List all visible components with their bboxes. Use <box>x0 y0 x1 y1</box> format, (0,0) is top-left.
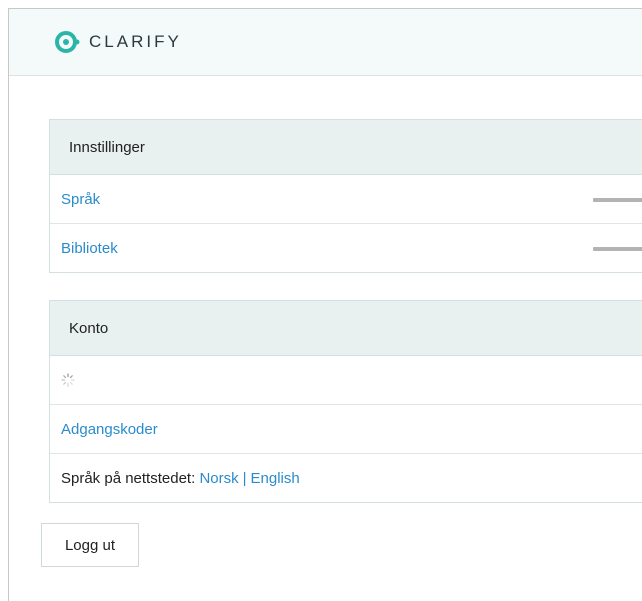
settings-row-language: Språk <box>50 175 642 224</box>
library-link[interactable]: Bibliotek <box>61 240 118 257</box>
logout-button[interactable]: Logg ut <box>41 523 139 567</box>
settings-panel-title: Innstillinger <box>50 120 642 175</box>
top-bar: CLARIFY <box>9 9 642 76</box>
app-frame: CLARIFY Innstillinger Språk Bibliotek Ko… <box>8 8 642 601</box>
account-loading-row <box>50 356 642 405</box>
spinner-icon <box>61 373 75 387</box>
norsk-link[interactable]: Norsk <box>199 470 238 487</box>
account-panel: Konto Adgangskoder Språk på nettstedet: <box>49 300 642 503</box>
brand-name: CLARIFY <box>89 32 182 51</box>
settings-row-library: Bibliotek <box>50 224 642 272</box>
account-panel-title: Konto <box>50 301 642 356</box>
language-link[interactable]: Språk <box>61 191 100 208</box>
clarify-logo-icon <box>55 31 80 53</box>
language-separator: | <box>242 469 247 487</box>
settings-panel: Innstillinger Språk Bibliotek <box>49 119 642 273</box>
brand-logo[interactable]: CLARIFY <box>55 29 182 55</box>
site-language-label: Språk på nettstedet: <box>61 469 196 487</box>
library-toggle-bar[interactable] <box>593 247 642 251</box>
passwords-link[interactable]: Adgangskoder <box>61 421 158 438</box>
account-row-passwords: Adgangskoder <box>50 405 642 454</box>
site-language-row: Språk på nettstedet: Norsk | English <box>50 454 642 502</box>
english-link[interactable]: English <box>251 470 300 487</box>
language-toggle-bar[interactable] <box>593 198 642 202</box>
